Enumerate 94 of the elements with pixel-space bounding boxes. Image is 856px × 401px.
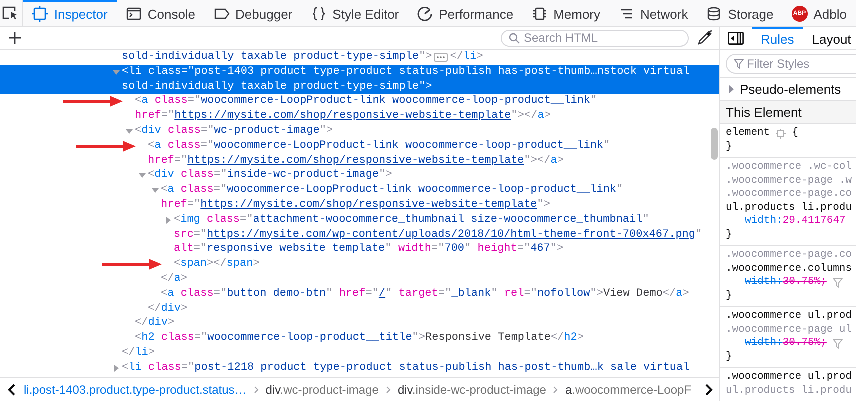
url-link[interactable]: https://mysite.com/shop/responsive-website-template [174, 109, 512, 124]
sidebar-tab[interactable]: Layout [803, 27, 856, 49]
code-line[interactable]: href="https://mysite.com/shop/responsive-website-template"></a> [148, 154, 564, 168]
gauge-icon [417, 6, 434, 22]
plus-icon [8, 31, 22, 45]
eyedropper-icon [697, 30, 713, 46]
code-line[interactable]: href="https://mysite.com/shop/responsive-website-template"> [161, 198, 550, 213]
database-icon [706, 6, 722, 22]
code-line[interactable]: <h2 class="woocommerce-loop-product__title">Responsive Template</h2> [135, 331, 584, 346]
close-brace: } [726, 228, 732, 242]
css-value: 30.75%; [782, 337, 827, 350]
sidebar-tab[interactable]: Rules [752, 27, 804, 49]
expand-triangle-icon[interactable] [113, 364, 120, 372]
open-brace: { [792, 127, 798, 140]
collapse-triangle-icon[interactable] [139, 172, 146, 180]
search-field[interactable]: Search HTML [501, 30, 689, 46]
collapse-triangle-icon[interactable] [113, 68, 120, 76]
css-selector: .woocommerce ul.prod [726, 371, 852, 384]
css-selector: .woocommerce-page ul [726, 324, 852, 337]
css-selector: .woocommerce.columns [726, 262, 852, 276]
devtools-tab[interactable]: Debugger [204, 0, 302, 26]
code-line[interactable]: <div class="inside-wc-product-image"> [148, 168, 392, 184]
filter-field[interactable]: Filter Styles [726, 54, 856, 74]
filter-icon [734, 58, 744, 68]
code-line[interactable]: <li class="post-1218 product type-product status-publish has-post-thumb…k sale virtual [122, 360, 690, 376]
braces-icon [310, 6, 327, 22]
code-line[interactable]: </a> [161, 272, 188, 287]
element-picker-button[interactable] [0, 0, 24, 26]
expand-triangle-icon[interactable] [165, 216, 172, 224]
url-link[interactable]: https://mysite.com/shop/responsive-website-template [200, 198, 538, 213]
css-selector: element [726, 127, 770, 140]
code-line[interactable]: <a class="woocommerce-LoopProduct-link woocommerce-loop-product__link" [148, 138, 610, 154]
close-brace: } [726, 350, 732, 364]
scrollbar-thumb[interactable] [711, 128, 718, 160]
code-line[interactable]: <span></span> [174, 257, 260, 272]
url-link[interactable]: https://mysite.com/wp-content/uploads/2018/10/html-theme-front-700x467.png [207, 228, 696, 242]
chip-icon [532, 6, 548, 22]
close-brace: } [726, 290, 732, 303]
css-selector: .woocommerce ul.prod [726, 310, 852, 324]
devtools-tab[interactable]: Style Editor [302, 0, 408, 26]
filter-icon[interactable] [832, 338, 843, 349]
css-property: width: [745, 215, 783, 228]
close-brace: } [726, 140, 732, 154]
collapse-triangle-icon[interactable] [126, 128, 133, 135]
chevron-right-icon [386, 386, 391, 394]
url-link[interactable]: https://mysite.com/shop/responsive-website-template [188, 154, 524, 168]
code-line[interactable]: <a class="woocommerce-LoopProduct-link woocommerce-loop-product__link" [135, 94, 598, 110]
devtools-tab[interactable]: Storage [697, 0, 783, 26]
css-value: 30.75%; [782, 276, 827, 290]
code-line[interactable]: <img class="attachment-woocommerce_thumbnail size-woocommerce_thumbnail" [174, 212, 650, 228]
code-line[interactable]: </div> [135, 316, 175, 332]
code-line[interactable]: <a class="button demo-btn" href="/" target="_blank" rel="nofollow">View Demo</a> [161, 286, 690, 302]
sidebar-panel-icon [728, 32, 744, 44]
css-selector: .woocommerce-page.co [726, 249, 852, 262]
code-line[interactable]: <div class="wc-product-image"> [135, 124, 334, 139]
devtools-tab[interactable]: Console [116, 0, 205, 26]
devtools-tab[interactable]: Performance [408, 0, 523, 26]
section-header: This Element [720, 101, 856, 124]
url-link[interactable]: / [378, 286, 386, 302]
devtools-tab[interactable]: Memory [522, 0, 610, 26]
pseudo-elements-label: Pseudo-elements [740, 82, 842, 96]
css-property: width: [745, 337, 783, 350]
devtools-tab[interactable]: Network [610, 0, 698, 26]
tag-shape-icon [214, 6, 230, 22]
expand-triangle-icon[interactable] [728, 84, 735, 94]
css-value: 29.4117647 [782, 215, 846, 228]
chevron-right-icon [254, 386, 259, 394]
code-line[interactable]: alt="responsive website template" width="700" height="467"> [174, 242, 564, 258]
code-line[interactable]: sold-individually taxable product-type-simple"> </li> [122, 50, 484, 65]
collapse-triangle-icon[interactable] [152, 187, 159, 194]
devtools-tab[interactable]: Inspector [23, 0, 117, 26]
css-property: width: [745, 276, 783, 290]
code-line[interactable]: <a class="woocommerce-LoopProduct-link woocommerce-loop-product__link" [161, 183, 624, 198]
css-selector: ul.products li.produ [726, 202, 852, 215]
code-line[interactable]: </li> [122, 346, 156, 361]
breadcrumb-item[interactable]: div.inside-wc-product-image [396, 382, 548, 396]
search-icon [509, 32, 520, 44]
frame-icon [32, 6, 48, 22]
breadcrumb-item[interactable]: a.woocommerce-LoopF [563, 382, 694, 396]
css-selector: .woocommerce-page .w [726, 174, 852, 188]
filter-icon[interactable] [832, 278, 843, 288]
chevron-right-icon [553, 386, 558, 394]
chevron-left-icon [8, 384, 16, 396]
css-selector: .woocommerce-page.co [726, 188, 852, 202]
css-selector: .woocommerce .wc-col [726, 161, 852, 174]
breadcrumb-item[interactable]: li.post-1403.product.type-product.status… [22, 382, 249, 396]
code-line[interactable]: </div> [148, 302, 188, 316]
console-icon [126, 6, 142, 22]
chevron-right-icon [705, 384, 713, 396]
css-selector: ul.products li.produ [726, 384, 852, 398]
code-line[interactable]: href="https://mysite.com/shop/responsive-website-template"></a> [135, 109, 551, 124]
code-line[interactable]: src="https://mysite.com/wp-content/uploads/2018/10/html-theme-front-700x467.png" [174, 228, 702, 242]
breadcrumb-item[interactable]: div.wc-product-image [264, 382, 381, 396]
eyedropper-button[interactable] [697, 30, 713, 46]
